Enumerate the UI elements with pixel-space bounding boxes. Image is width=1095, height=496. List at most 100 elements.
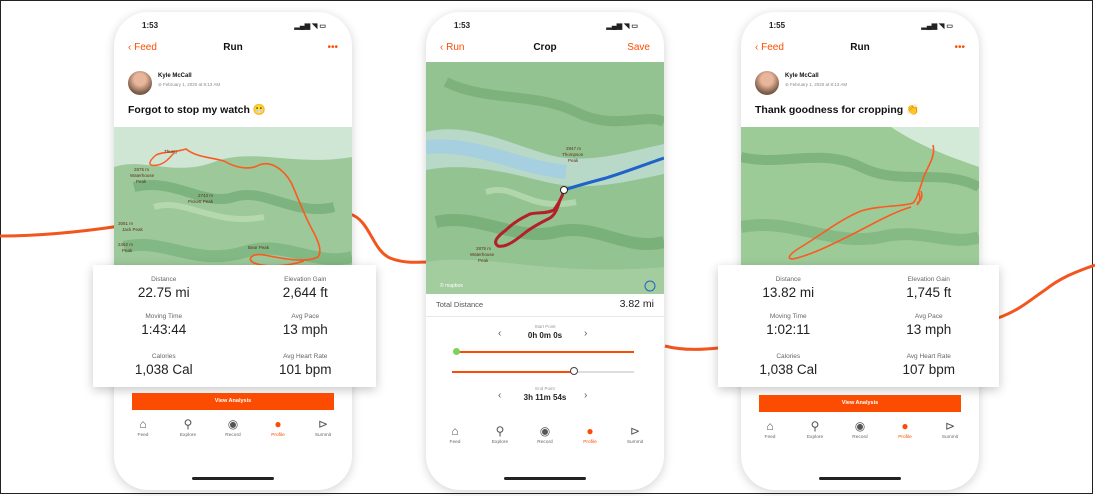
tab-summit[interactable]: ⊳ Summit	[611, 424, 659, 445]
stat-label: Elevation Gain	[284, 276, 327, 283]
start-slider[interactable]	[456, 351, 634, 353]
map-label: Peak	[136, 179, 147, 184]
tab-label: Record	[852, 435, 868, 440]
tab-bar: ⌂ Feed ⚲ Explore ◉ Record ● Profile ⊳ Summit	[114, 417, 352, 451]
tab-record[interactable]: ◉ Record	[209, 417, 257, 438]
end-next-arrow[interactable]: ›	[584, 390, 587, 401]
end-slider-fill	[452, 371, 574, 373]
stat-value: 1:43:44	[141, 322, 187, 337]
home-icon: ⌂	[766, 419, 774, 433]
status-time: 1:53	[454, 21, 471, 30]
crop-controls: Total Distance 3.82 mi Start Point 0h 0m…	[426, 294, 664, 424]
map-label: Peak	[568, 158, 579, 163]
map-label: Jack Peak	[122, 227, 143, 232]
view-analysis-button[interactable]: View Analysis	[132, 393, 334, 410]
stat-value: 13 mph	[282, 322, 328, 337]
signal-wifi-battery-icon: ▂▄▆ ◥ ▭	[606, 23, 638, 30]
map-label: Waterhouse	[470, 252, 495, 257]
map-label: Thung	[164, 149, 177, 154]
tab-feed[interactable]: ⌂ Feed	[431, 424, 479, 445]
activity-date: ⊘ February 1, 2020 at 8:13 AM	[785, 82, 848, 87]
stat-value: 101 bpm	[278, 362, 332, 377]
tab-label: Record	[225, 433, 241, 438]
stat-label: Calories	[151, 353, 176, 360]
map-label: 3061 m	[118, 221, 134, 226]
tab-label: Explore	[491, 440, 509, 445]
status-time: 1:53	[142, 21, 159, 30]
tab-profile[interactable]: ● Profile	[254, 417, 302, 438]
stat-label: Avg Pace	[291, 313, 320, 320]
summit-icon: ⊳	[944, 419, 956, 433]
page-title: Crop	[533, 42, 557, 53]
tab-profile[interactable]: ● Profile	[881, 419, 929, 440]
stat-value: 1,745 ft	[906, 285, 952, 300]
start-prev-arrow[interactable]: ‹	[498, 328, 501, 339]
total-distance-row: Total Distance 3.82 mi	[426, 294, 664, 317]
map-label: 2462 m	[118, 242, 134, 247]
start-point-label: Start Point	[534, 324, 556, 329]
stat-avg-heart-rate: Avg Heart Rate 101 bpm	[235, 353, 377, 377]
profile-icon: ●	[274, 417, 282, 431]
map-label: 2743 m	[198, 193, 214, 198]
start-slider-handle[interactable]	[453, 348, 460, 355]
stat-calories: Calories 1,038 Cal	[718, 353, 859, 377]
status-time: 1:55	[769, 21, 786, 30]
signal-wifi-battery-icon: ▂▄▆ ◥ ▭	[294, 23, 326, 30]
tab-summit[interactable]: ⊳ Summit	[926, 419, 974, 440]
profile-icon: ●	[901, 419, 909, 433]
avatar[interactable]	[755, 71, 779, 95]
signal-wifi-battery-icon: ▂▄▆ ◥ ▭	[921, 23, 953, 30]
tab-feed[interactable]: ⌂ Feed	[746, 419, 794, 440]
tab-record[interactable]: ◉ Record	[521, 424, 569, 445]
crop-map[interactable]: 2847 m Thompson Peak 2875 m Waterhouse P…	[426, 62, 664, 294]
tab-label: Feed	[137, 433, 149, 438]
tab-explore[interactable]: ⚲ Explore	[791, 419, 839, 440]
page-title: Run	[223, 42, 243, 53]
tab-label: Feed	[449, 440, 461, 445]
map-label: 2875 m	[476, 246, 492, 251]
stat-distance: Distance 22.75 mi	[93, 276, 235, 300]
athlete-name[interactable]: Kyle McCall	[785, 73, 819, 79]
stats-card-cropped: Distance 13.82 mi Elevation Gain 1,745 f…	[718, 265, 999, 387]
phone1-bottom: View Analysis ⌂ Feed ⚲ Explore ◉ Record ● Pr…	[114, 387, 352, 487]
summit-icon: ⊳	[317, 417, 329, 431]
status-bar: 1:53 ▂▄▆ ◥ ▭	[114, 21, 352, 35]
tab-label: Profile	[583, 440, 597, 445]
map-label: 2847 m	[566, 146, 582, 151]
athlete-name[interactable]: Kyle McCall	[158, 73, 192, 79]
tab-bar: ⌂ Feed ⚲ Explore ◉ Record ● Profile ⊳ Summit	[426, 424, 664, 458]
avatar[interactable]	[128, 71, 152, 95]
start-point-value: 0h 0m 0s	[527, 331, 563, 340]
tab-label: Profile	[271, 433, 285, 438]
stat-distance: Distance 13.82 mi	[718, 276, 859, 300]
stat-value: 107 bpm	[902, 362, 956, 377]
more-options-button[interactable]: •••	[954, 42, 965, 53]
tab-label: Record	[537, 440, 553, 445]
stat-calories: Calories 1,038 Cal	[93, 353, 235, 377]
terrain-map	[426, 62, 664, 294]
save-button[interactable]: Save	[627, 42, 650, 53]
nav-bar: ‹ Run Crop Save	[440, 42, 650, 60]
stat-moving-time: Moving Time 1:02:11	[718, 313, 859, 337]
tab-summit[interactable]: ⊳ Summit	[299, 417, 347, 438]
stat-label: Distance	[151, 276, 177, 283]
stat-avg-heart-rate: Avg Heart Rate 107 bpm	[859, 353, 1000, 377]
end-prev-arrow[interactable]: ‹	[498, 390, 501, 401]
home-indicator	[504, 477, 586, 480]
start-next-arrow[interactable]: ›	[584, 328, 587, 339]
tab-explore[interactable]: ⚲ Explore	[164, 417, 212, 438]
end-slider-handle[interactable]	[570, 367, 578, 375]
stat-value: 2,644 ft	[282, 285, 328, 300]
tab-record[interactable]: ◉ Record	[836, 419, 884, 440]
stat-moving-time: Moving Time 1:43:44	[93, 313, 235, 337]
activity-date: ⊘ February 1, 2020 at 8:13 AM	[158, 82, 221, 87]
view-analysis-button[interactable]: View Analysis	[759, 395, 961, 412]
search-icon: ⚲	[810, 419, 820, 433]
status-bar: 1:53 ▂▄▆ ◥ ▭	[426, 21, 664, 35]
tab-feed[interactable]: ⌂ Feed	[119, 417, 167, 438]
tab-explore[interactable]: ⚲ Explore	[476, 424, 524, 445]
more-options-button[interactable]: •••	[327, 42, 338, 53]
stat-label: Avg Pace	[914, 313, 943, 320]
tab-profile[interactable]: ● Profile	[566, 424, 614, 445]
end-point-value: 3h 11m 54s	[523, 393, 567, 402]
